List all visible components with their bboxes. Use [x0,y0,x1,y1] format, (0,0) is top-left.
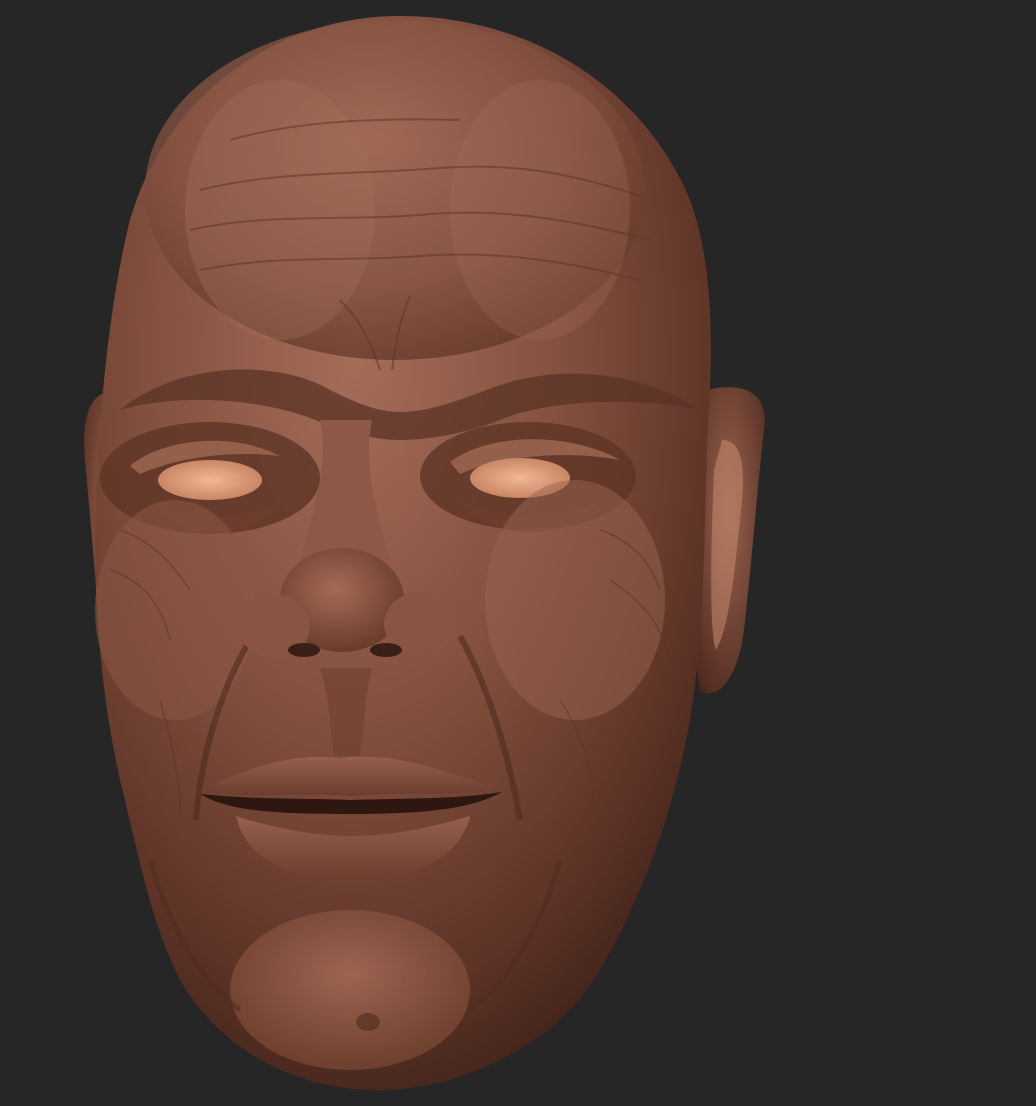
right-nostril [370,643,402,657]
chin-dimple [356,1013,380,1031]
forehead-bulge-right [450,80,630,340]
left-nostril [288,643,320,657]
left-eye [158,460,262,500]
chin [230,910,470,1070]
forehead-bulge-left [185,80,375,340]
left-cheek [95,500,255,720]
sculpt-viewport[interactable] [0,0,1036,1106]
sculpted-head-render [84,15,765,1091]
right-cheek [485,480,665,720]
